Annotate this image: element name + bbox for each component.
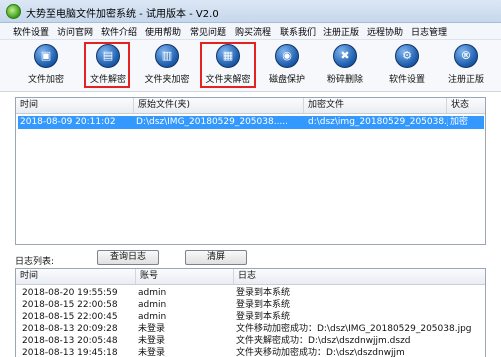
menu-software-settings[interactable]: 软件设置 [13, 25, 49, 38]
encrypt-folder-button[interactable]: ▥ 文件夹加密 [140, 40, 194, 92]
software-settings-button[interactable]: ⚙ 软件设置 [385, 40, 429, 92]
column-header[interactable]: 状态 [447, 98, 485, 113]
column-header[interactable]: 账号 [136, 269, 234, 284]
highlight-box [200, 42, 256, 88]
status-cell: 加密 [450, 117, 469, 127]
clear-screen-button[interactable]: 清屏 [185, 250, 247, 265]
column-header[interactable]: 时间 [16, 98, 134, 113]
log-account: 未登录 [138, 348, 166, 357]
menu-official-site[interactable]: 访问官网 [57, 25, 93, 38]
menu-purchase[interactable]: 购买流程 [235, 25, 271, 38]
log-list-label: 日志列表: [15, 257, 55, 267]
shred-delete-button[interactable]: ✖ 粉碎删除 [323, 40, 367, 92]
table-row[interactable]: 2018-08-15 22:00:58 admin 登录到本系统 [16, 299, 485, 311]
column-header[interactable]: 原始文件(夹) [134, 98, 304, 113]
menu-log-manage[interactable]: 日志管理 [411, 25, 447, 38]
table-row[interactable]: 2018-08-20 19:55:59 admin 登录到本系统 [16, 287, 485, 299]
file-lock-icon: ▣ [34, 44, 58, 68]
log-account: 未登录 [138, 324, 166, 334]
log-message: 文件夹解密成功：D:\dsz\dszdnwjjm.dszd [236, 336, 411, 346]
highlight-box [84, 42, 130, 88]
menu-software-intro[interactable]: 软件介绍 [101, 25, 137, 38]
table-row[interactable]: 2018-08-09 20:11:02 D:\dsz\IMG_20180529_… [18, 116, 484, 129]
query-log-button[interactable]: 查询日志 [97, 250, 159, 265]
log-message: 登录到本系统 [236, 312, 291, 322]
menu-help[interactable]: 使用帮助 [145, 25, 181, 38]
menu-remote-assist[interactable]: 远程协助 [367, 25, 403, 38]
encrypted-cell: d:\dsz\img_20180529_205038.j... [308, 117, 448, 127]
source-cell: D:\dsz\IMG_20180529_205038..... [136, 117, 289, 127]
log-account: admin [138, 312, 167, 322]
column-header[interactable]: 时间 [16, 269, 136, 284]
disk-protect-button[interactable]: ◉ 磁盘保护 [265, 40, 309, 92]
log-account: admin [138, 288, 167, 298]
log-account: 未登录 [138, 336, 166, 346]
register-button[interactable]: ® 注册正版 [444, 40, 488, 92]
table-row[interactable]: 2018-08-13 20:09:28 未登录 文件移动加密成功：D:\dsz\… [16, 323, 485, 335]
log-table: 时间 账号 日志 2018-08-20 19:55:59 admin 登录到本系… [15, 268, 486, 357]
log-message: 文件夹移动加密成功：D:\dsz\dszdnwjjm [236, 348, 405, 357]
disk-protect-icon: ◉ [275, 44, 299, 68]
column-header[interactable]: 加密文件 [304, 98, 447, 113]
encrypt-file-button[interactable]: ▣ 文件加密 [22, 40, 70, 92]
log-time: 2018-08-20 19:55:59 [22, 288, 118, 298]
table-row[interactable]: 2018-08-13 19:45:18 未登录 文件夹移动加密成功：D:\dsz… [16, 347, 485, 357]
app-logo-icon [6, 4, 21, 19]
log-time: 2018-08-13 20:05:48 [22, 336, 118, 346]
log-message: 登录到本系统 [236, 288, 291, 298]
menu-contact[interactable]: 联系我们 [280, 25, 316, 38]
window-title: 大势至电脑文件加密系统 - 试用版本 - V2.0 [26, 9, 219, 20]
log-account: admin [138, 300, 167, 310]
time-cell: 2018-08-09 20:11:02 [20, 117, 116, 127]
log-time: 2018-08-13 20:09:28 [22, 324, 118, 334]
menu-faq[interactable]: 常见问题 [190, 25, 226, 38]
menu-register[interactable]: 注册正版 [323, 25, 359, 38]
log-time: 2018-08-15 22:00:58 [22, 300, 118, 310]
table-header: 时间 原始文件(夹) 加密文件 状态 [16, 98, 485, 114]
table-header: 时间 账号 日志 [16, 269, 485, 285]
table-row[interactable]: 2018-08-13 20:05:48 未登录 文件夹解密成功：D:\dsz\d… [16, 335, 485, 347]
log-time: 2018-08-13 19:45:18 [22, 348, 118, 357]
file-list-table: 时间 原始文件(夹) 加密文件 状态 2018-08-09 20:11:02 D… [15, 97, 486, 245]
log-message: 文件移动加密成功：D:\dsz\IMG_20180529_205038.jpg [236, 324, 472, 334]
gear-icon: ⚙ [395, 44, 419, 68]
log-message: 登录到本系统 [236, 300, 291, 310]
log-time: 2018-08-15 22:00:45 [22, 312, 118, 322]
table-row[interactable]: 2018-08-15 22:00:45 admin 登录到本系统 [16, 311, 485, 323]
column-header[interactable]: 日志 [234, 269, 485, 284]
title-bar: 大势至电脑文件加密系统 - 试用版本 - V2.0 [0, 0, 501, 23]
registered-icon: ® [454, 44, 478, 68]
folder-lock-icon: ▥ [155, 44, 179, 68]
menu-bar: 软件设置 访问官网 软件介绍 使用帮助 常见问题 购买流程 联系我们 注册正版 … [0, 23, 501, 40]
shred-icon: ✖ [333, 44, 357, 68]
